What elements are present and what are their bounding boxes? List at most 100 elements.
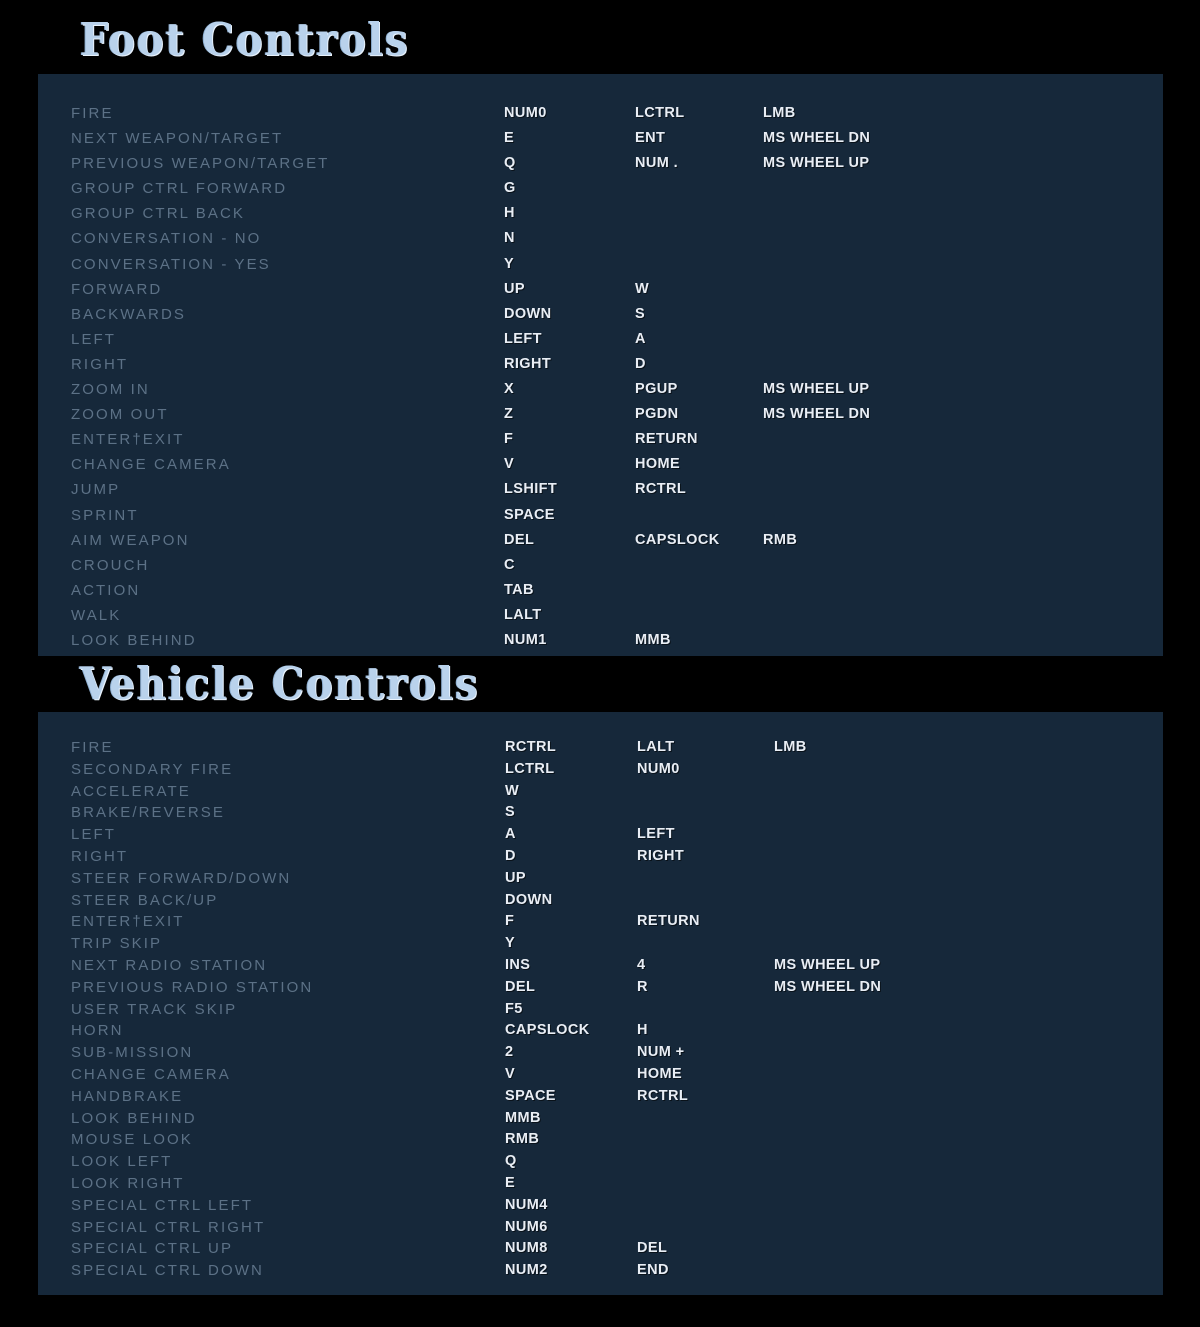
control-key-binding: LALT [637, 739, 675, 755]
control-row: SPECIAL CTRL LEFT NUM4 [38, 1197, 1163, 1219]
control-action-label: SUB-MISSION [71, 1044, 194, 1062]
control-key-binding: PGDN [635, 406, 679, 423]
control-key-binding: RETURN [637, 913, 700, 930]
control-key-binding: F [505, 913, 515, 930]
control-key-binding: NUM2 [505, 1262, 548, 1279]
control-key-binding: RMB [763, 531, 798, 548]
control-row: PREVIOUS WEAPON/TARGET Q NUM . MS WHEEL UP [38, 155, 1163, 180]
control-key-binding: RCTRL [635, 481, 687, 498]
control-key-binding: E [504, 130, 515, 147]
control-row: MOUSE LOOK RMB [38, 1131, 1163, 1153]
control-key-binding: LCTRL [635, 105, 685, 121]
vehicle-controls-panel: FIRE RCTRL LALT LMB SECONDARY FIRE LCTRL NUM0 A… [38, 712, 1163, 1295]
control-action-label: RIGHT [71, 847, 129, 865]
control-key-binding: W [635, 280, 650, 297]
control-action-label: TRIP SKIP [71, 935, 163, 953]
control-key-binding: LALT [504, 606, 542, 623]
control-row: WALK LALT [38, 607, 1163, 632]
foot-controls-panel: FIRE NUM0 LCTRL LMB NEXT WEAPON/TARGET E ENT MS… [38, 74, 1163, 656]
control-row: HORN CAPSLOCK H [38, 1022, 1163, 1044]
control-row: NEXT WEAPON/TARGET E ENT MS WHEEL DN [38, 130, 1163, 155]
control-key-binding: DEL [637, 1240, 668, 1257]
control-row: FIRE RCTRL LALT LMB [38, 739, 1163, 761]
control-key-binding: MS WHEEL UP [763, 155, 870, 172]
control-key-binding: CAPSLOCK [635, 531, 720, 548]
control-row: ENTER†EXIT F RETURN [38, 431, 1163, 456]
control-key-binding: NUM + [637, 1044, 685, 1061]
control-key-binding: V [505, 1065, 516, 1082]
control-row: CHANGE CAMERA V HOME [38, 1066, 1163, 1088]
control-key-binding: LMB [774, 739, 807, 755]
control-row: FORWARD UP W [38, 281, 1163, 306]
control-key-binding: NUM1 [504, 631, 547, 648]
control-key-binding: G [504, 180, 516, 197]
control-row: GROUP CTRL BACK H [38, 205, 1163, 230]
control-action-label: FIRE [71, 739, 114, 756]
control-key-binding: LCTRL [505, 760, 555, 777]
control-key-binding: RMB [505, 1131, 540, 1148]
control-row: LOOK RIGHT E [38, 1175, 1163, 1197]
control-row: RIGHT RIGHT D [38, 356, 1163, 381]
control-key-binding: Q [504, 155, 516, 172]
control-key-binding: RETURN [635, 431, 698, 448]
control-key-binding: R [637, 978, 648, 995]
control-row: CONVERSATION - NO N [38, 230, 1163, 255]
control-key-binding: X [504, 381, 515, 398]
control-action-label: HORN [71, 1022, 124, 1040]
control-row: ACCELERATE W [38, 783, 1163, 805]
control-key-binding: A [505, 826, 516, 843]
control-action-label: CONVERSATION - NO [71, 230, 262, 248]
control-action-label: SPECIAL CTRL RIGHT [71, 1218, 266, 1236]
control-row: AIM WEAPON DEL CAPSLOCK RMB [38, 532, 1163, 557]
control-row: SPRINT SPACE [38, 507, 1163, 532]
control-key-binding: N [504, 230, 515, 247]
control-key-binding: H [637, 1022, 648, 1039]
control-row: ACTION TAB [38, 582, 1163, 607]
control-action-label: STEER FORWARD/DOWN [71, 869, 292, 887]
control-key-binding: UP [504, 280, 525, 297]
control-row: SPECIAL CTRL RIGHT NUM6 [38, 1219, 1163, 1241]
control-key-binding: DOWN [504, 305, 552, 322]
control-key-binding: MMB [635, 631, 671, 648]
control-key-binding: DOWN [505, 891, 553, 908]
control-row: LEFT A LEFT [38, 826, 1163, 848]
control-row: RIGHT D RIGHT [38, 848, 1163, 870]
control-key-binding: MS WHEEL UP [774, 956, 881, 973]
control-key-binding: HOME [637, 1065, 683, 1082]
control-key-binding: RIGHT [637, 847, 685, 864]
control-action-label: HANDBRAKE [71, 1087, 184, 1105]
control-key-binding: LMB [763, 105, 796, 121]
control-row: STEER FORWARD/DOWN UP [38, 870, 1163, 892]
control-action-label: RIGHT [71, 355, 129, 373]
control-action-label: GROUP CTRL BACK [71, 205, 246, 223]
control-key-binding: S [635, 305, 646, 322]
control-row: PREVIOUS RADIO STATION DEL R MS WHEEL DN [38, 979, 1163, 1001]
control-key-binding: S [505, 804, 516, 821]
control-row: TRIP SKIP Y [38, 935, 1163, 957]
control-row: FIRE NUM0 LCTRL LMB [38, 105, 1163, 130]
control-row: STEER BACK/UP DOWN [38, 892, 1163, 914]
control-key-binding: D [505, 847, 516, 864]
control-action-label: BACKWARDS [71, 305, 187, 323]
control-key-binding: Z [504, 406, 514, 423]
control-action-label: GROUP CTRL FORWARD [71, 180, 288, 198]
control-key-binding: NUM8 [505, 1240, 548, 1257]
control-action-label: LEFT [71, 826, 117, 844]
foot-controls-row-list: FIRE NUM0 LCTRL LMB NEXT WEAPON/TARGET E ENT MS… [38, 74, 1163, 656]
control-action-label: CONVERSATION - YES [71, 255, 271, 273]
control-key-binding: HOME [635, 456, 681, 473]
control-key-binding: MS WHEEL DN [763, 406, 871, 423]
control-action-label: SECONDARY FIRE [71, 760, 234, 778]
control-key-binding: INS [505, 956, 531, 973]
control-key-binding: D [635, 355, 646, 372]
control-key-binding: RIGHT [504, 355, 552, 372]
control-row: SUB-MISSION 2 NUM + [38, 1044, 1163, 1066]
control-key-binding: UP [505, 869, 526, 886]
control-key-binding: END [637, 1262, 669, 1279]
control-row: JUMP LSHIFT RCTRL [38, 481, 1163, 506]
control-key-binding: DEL [504, 531, 535, 548]
control-action-label: SPRINT [71, 506, 139, 524]
control-key-binding: 4 [637, 956, 646, 973]
control-key-binding: E [505, 1174, 516, 1191]
control-row: CHANGE CAMERA V HOME [38, 456, 1163, 481]
